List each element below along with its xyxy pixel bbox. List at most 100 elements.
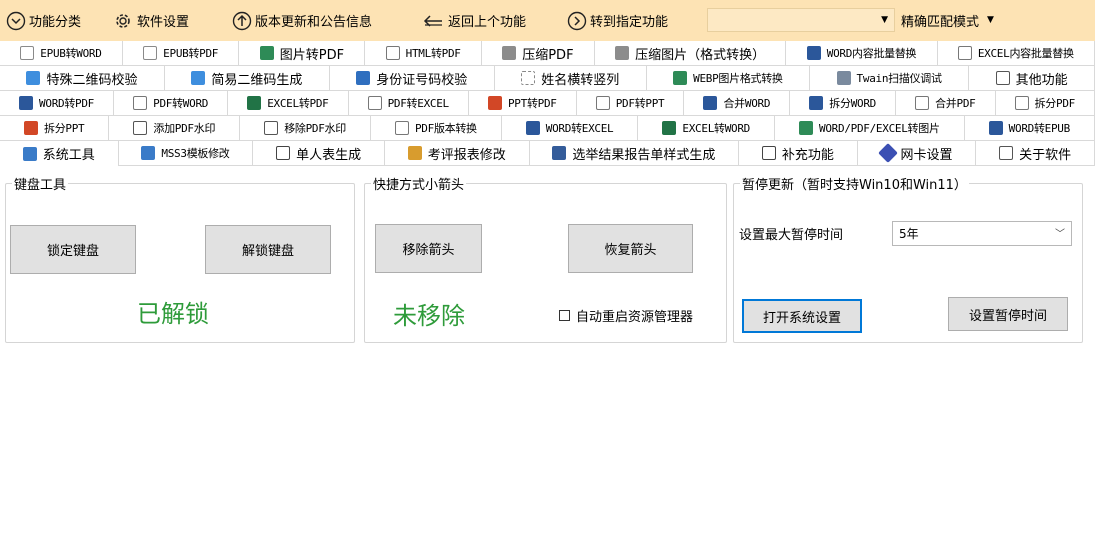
tab-label: 压缩图片（格式转换） bbox=[635, 47, 766, 63]
tab-item[interactable]: PPT转PDF bbox=[468, 91, 577, 116]
tab-label: 姓名横转竖列 bbox=[541, 72, 620, 88]
watermark-icon bbox=[133, 121, 148, 135]
tab-label: EXCEL转WORD bbox=[682, 122, 751, 135]
gear-icon bbox=[22, 146, 37, 161]
open-system-settings-button[interactable]: 打开系统设置 bbox=[742, 299, 862, 333]
checkbox-box[interactable] bbox=[559, 310, 570, 321]
tab-row: EPUB转WORD EPUB转PDF 图片转PDF HTML转PDF 压缩PDF 压缩图片… bbox=[0, 41, 1095, 66]
tab-label: EPUB转PDF bbox=[163, 47, 219, 60]
excel-icon bbox=[247, 96, 262, 110]
score-icon bbox=[407, 146, 422, 160]
dropdown-arrow-icon: ▼ bbox=[987, 15, 994, 25]
tab-label: 选举结果报告单样式生成 bbox=[572, 147, 716, 163]
tab-label: WORD内容批量替换 bbox=[826, 47, 917, 60]
word-icon bbox=[19, 96, 34, 110]
tab-item[interactable]: PDF转EXCEL bbox=[348, 91, 469, 116]
back-button[interactable]: 返回上个功能 bbox=[421, 0, 526, 41]
tab-item[interactable]: 拆分PPT bbox=[0, 116, 110, 141]
keyboard-tools-group: 键盘工具 锁定键盘 解锁键盘 已解锁 bbox=[5, 174, 355, 343]
tab-label: 拆分PPT bbox=[44, 122, 85, 135]
settings-label: 软件设置 bbox=[137, 15, 190, 30]
tab-item[interactable]: PDF转WORD bbox=[114, 91, 229, 116]
tab-label: 补充功能 bbox=[781, 147, 834, 163]
tab-item[interactable]: 补充功能 bbox=[739, 141, 858, 166]
tab-label: 考评报表修改 bbox=[427, 147, 506, 163]
tab-label: 拆分WORD bbox=[829, 97, 876, 110]
auto-restart-checkbox[interactable]: 自动重启资源管理器 bbox=[559, 306, 693, 325]
tab-item[interactable]: 单人表生成 bbox=[253, 141, 385, 166]
tab-item[interactable]: Twain扫描仪调试 bbox=[810, 66, 970, 91]
file-icon bbox=[761, 146, 776, 160]
tab-item[interactable]: 关于软件 bbox=[976, 141, 1095, 166]
tab-label: 关于软件 bbox=[1019, 147, 1072, 163]
tab-item[interactable]: WORD内容批量替换 bbox=[786, 41, 938, 66]
tab-label: WORD转PDF bbox=[39, 97, 95, 110]
tab-item[interactable]: 其他功能 bbox=[969, 66, 1095, 91]
tab-label: HTML转PDF bbox=[405, 47, 461, 60]
tab-item[interactable]: 添加PDF水印 bbox=[109, 116, 241, 141]
tab-item[interactable]: 系统工具 bbox=[0, 141, 119, 166]
tab-label: 合并PDF bbox=[935, 97, 976, 110]
tab-item[interactable]: WEBP图片格式转换 bbox=[646, 66, 811, 91]
doc-icon bbox=[143, 46, 158, 60]
tab-item[interactable]: 身份证号码校验 bbox=[329, 66, 495, 91]
goto-button[interactable]: 转到指定功能 bbox=[567, 0, 668, 41]
tab-item[interactable]: 考评报表修改 bbox=[384, 141, 530, 166]
tab-item[interactable]: EPUB转PDF bbox=[122, 41, 240, 66]
set-pause-time-button[interactable]: 设置暂停时间 bbox=[948, 297, 1068, 331]
shortcut-arrow-group: 快捷方式小箭头 移除箭头 恢复箭头 未移除 自动重启资源管理器 bbox=[364, 174, 727, 343]
tab-item[interactable]: 图片转PDF bbox=[239, 41, 366, 66]
tab-item[interactable]: 网卡设置 bbox=[857, 141, 977, 166]
doc-icon bbox=[20, 46, 35, 60]
tab-item[interactable]: 合并WORD bbox=[684, 91, 791, 116]
tab-item[interactable]: EXCEL转WORD bbox=[638, 116, 776, 141]
tab-item[interactable]: PDF版本转换 bbox=[370, 116, 502, 141]
network-icon bbox=[877, 143, 898, 163]
lock-keyboard-button[interactable]: 锁定键盘 bbox=[10, 225, 136, 274]
gear-icon bbox=[141, 146, 156, 160]
tab-item[interactable]: EXCEL内容批量替换 bbox=[937, 41, 1095, 66]
tab-item[interactable]: 特殊二维码校验 bbox=[0, 66, 165, 91]
tab-item[interactable]: EXCEL转PDF bbox=[228, 91, 349, 116]
gear-icon bbox=[116, 13, 130, 28]
shortcut-status: 未移除 bbox=[393, 302, 465, 330]
tab-item[interactable]: 合并PDF bbox=[896, 91, 996, 116]
tab-row: 特殊二维码校验 简易二维码生成 身份证号码校验 姓名横转竖列 WEBP图片格式转换 Twa… bbox=[0, 66, 1095, 91]
tab-item[interactable]: 拆分PDF bbox=[995, 91, 1095, 116]
remove-arrow-button[interactable]: 移除箭头 bbox=[375, 224, 482, 273]
unlock-keyboard-button[interactable]: 解锁键盘 bbox=[205, 225, 331, 274]
tab-item[interactable]: WORD/PDF/EXCEL转图片 bbox=[775, 116, 965, 141]
tab-label: 拆分PDF bbox=[1034, 97, 1076, 110]
max-time-value: 5年 bbox=[899, 227, 919, 241]
tab-item[interactable]: 拆分WORD bbox=[790, 91, 897, 116]
settings-menu[interactable]: 软件设置 bbox=[112, 0, 189, 41]
tab-item[interactable]: 姓名横转竖列 bbox=[494, 66, 647, 91]
tab-item[interactable]: MSS3模板修改 bbox=[118, 141, 254, 166]
word-icon bbox=[703, 96, 718, 110]
updates-menu[interactable]: 版本更新和公告信息 bbox=[232, 0, 372, 41]
tab-item[interactable]: WORD转EXCEL bbox=[501, 116, 639, 141]
tab-item[interactable]: 移除PDF水印 bbox=[240, 116, 371, 141]
tab-item[interactable]: 压缩PDF bbox=[481, 41, 595, 66]
table-icon bbox=[276, 146, 291, 160]
function-search-combo[interactable]: ▼ bbox=[707, 8, 895, 32]
more-icon bbox=[995, 71, 1010, 85]
categories-menu[interactable]: 功能分类 bbox=[6, 0, 81, 41]
updates-label: 版本更新和公告信息 bbox=[255, 15, 373, 30]
tab-row: 拆分PPT 添加PDF水印 移除PDF水印 PDF版本转换 WORD转EXCEL EXCE… bbox=[0, 116, 1095, 141]
tab-item[interactable]: PDF转PPT bbox=[576, 91, 685, 116]
tab-label: MSS3模板修改 bbox=[161, 147, 230, 160]
tab-label: 移除PDF水印 bbox=[284, 122, 346, 135]
restore-arrow-button[interactable]: 恢复箭头 bbox=[568, 224, 693, 273]
tab-item[interactable]: HTML转PDF bbox=[365, 41, 482, 66]
tab-item[interactable]: WORD转PDF bbox=[0, 91, 115, 116]
tab-item[interactable]: 选举结果报告单样式生成 bbox=[529, 141, 740, 166]
list-icon bbox=[552, 146, 567, 160]
tab-item[interactable]: WORD转EPUB bbox=[964, 116, 1095, 141]
tab-item[interactable]: EPUB转WORD bbox=[0, 41, 123, 66]
tab-item[interactable]: 简易二维码生成 bbox=[164, 66, 330, 91]
max-time-select[interactable]: 5年 ﹀ bbox=[892, 221, 1072, 246]
match-mode-combo[interactable]: 精确匹配模式 ▼ bbox=[901, 8, 1025, 32]
tab-item[interactable]: 压缩图片（格式转换） bbox=[594, 41, 787, 66]
compress-icon bbox=[502, 46, 517, 60]
